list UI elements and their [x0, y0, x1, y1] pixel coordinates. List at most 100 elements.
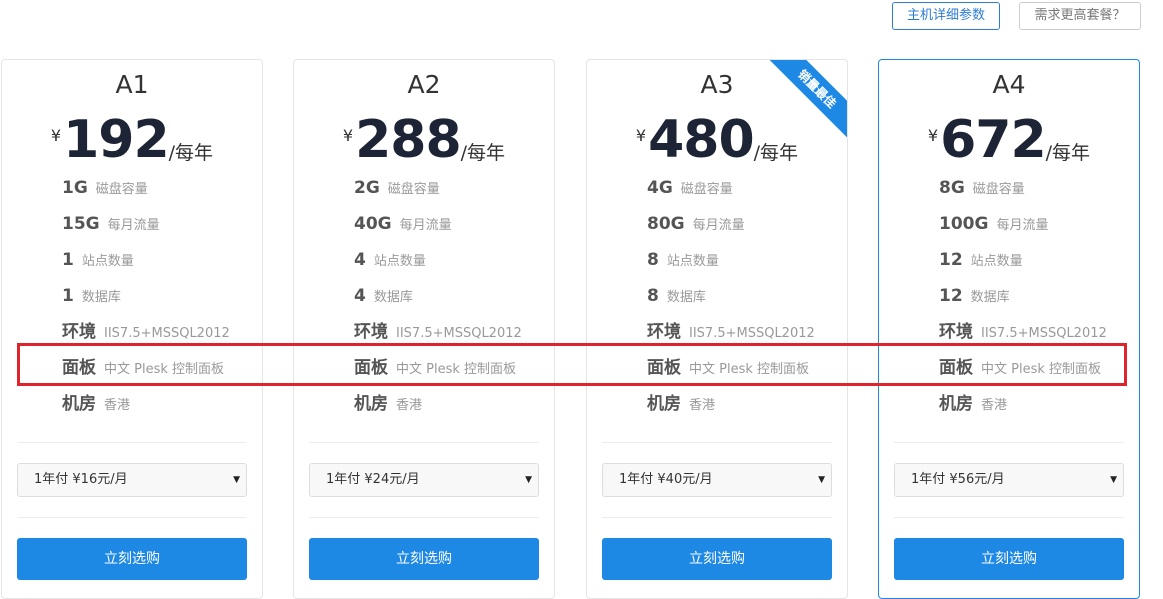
spec-label: IIS7.5+MSSQL2012 [981, 326, 1107, 341]
spec-value: 4G [647, 178, 673, 198]
spec-label: 香港 [104, 398, 131, 413]
buy-now-button[interactable]: 立刻选购 [602, 538, 832, 580]
billing-select[interactable]: 1年付 ¥40元/月 ▼ [602, 463, 832, 497]
currency-symbol: ¥ [635, 126, 647, 145]
buy-now-button[interactable]: 立刻选购 [309, 538, 539, 580]
divider [309, 442, 539, 443]
spec-environment: 环境 IIS7.5+MSSQL2012 [354, 320, 522, 344]
spec-environment: 环境 IIS7.5+MSSQL2012 [939, 320, 1107, 344]
plan-name: A4 [992, 70, 1026, 99]
price-period: /每年 [460, 142, 506, 164]
currency-symbol: ¥ [50, 126, 62, 145]
plan-name: A2 [407, 70, 441, 99]
spec-datacenter: 机房 香港 [62, 392, 130, 416]
spec-value: 4 [354, 286, 366, 306]
spec-panel: 面板 中文 Plesk 控制面板 [354, 356, 516, 380]
host-details-button[interactable]: 主机详细参数 [892, 2, 1000, 30]
spec-value: 8G [939, 178, 965, 198]
spec-label: 数据库 [81, 290, 121, 305]
spec-value: 1 [62, 250, 74, 270]
divider [602, 517, 832, 518]
spec-panel: 面板 中文 Plesk 控制面板 [62, 356, 224, 380]
spec-value: 4 [354, 250, 366, 270]
spec-value: 面板 [354, 358, 388, 378]
spec-datacenter: 机房 香港 [647, 392, 715, 416]
higher-plan-button[interactable]: 需求更高套餐？ [1019, 2, 1141, 30]
spec-value: 面板 [939, 358, 973, 378]
spec-sites: 8 站点数量 [647, 248, 719, 272]
plan-card-a4: A4 ¥672/每年 8G 磁盘容量 100G 每月流量 12 站点数量 12 数据库 … [878, 59, 1140, 599]
plan-price: ¥480/每年 [587, 106, 847, 170]
spec-environment: 环境 IIS7.5+MSSQL2012 [647, 320, 815, 344]
spec-value: 面板 [647, 358, 681, 378]
spec-label: 香港 [689, 398, 716, 413]
spec-sites: 1 站点数量 [62, 248, 134, 272]
spec-label: 每月流量 [107, 218, 160, 233]
plan-card-a2: A2 ¥288/每年 2G 磁盘容量 40G 每月流量 4 站点数量 4 数据库 环境 I… [293, 59, 555, 599]
spec-value: 12 [939, 286, 963, 306]
spec-label: 中文 Plesk 控制面板 [396, 362, 517, 377]
buy-now-button[interactable]: 立刻选购 [17, 538, 247, 580]
plan-card-a3: 销量最佳 A3 ¥480/每年 4G 磁盘容量 80G 每月流量 8 站点数量 8 数据… [586, 59, 848, 599]
spec-panel: 面板 中文 Plesk 控制面板 [647, 356, 809, 380]
spec-value: 100G [939, 214, 989, 234]
spec-label: 每月流量 [996, 218, 1049, 233]
price-amount: 192 [63, 110, 170, 170]
spec-disk: 2G 磁盘容量 [354, 176, 440, 200]
spec-label: 磁盘容量 [680, 182, 733, 197]
spec-value: 机房 [354, 394, 388, 414]
divider [894, 517, 1124, 518]
spec-label: IIS7.5+MSSQL2012 [396, 326, 522, 341]
caret-down-icon: ▼ [525, 475, 532, 485]
spec-value: 1G [62, 178, 88, 198]
spec-sites: 4 站点数量 [354, 248, 426, 272]
spec-panel: 面板 中文 Plesk 控制面板 [939, 356, 1101, 380]
plan-name: A3 [700, 70, 734, 99]
spec-value: 机房 [647, 394, 681, 414]
spec-database: 4 数据库 [354, 284, 413, 308]
spec-value: 12 [939, 250, 963, 270]
spec-label: 磁盘容量 [95, 182, 148, 197]
caret-down-icon: ▼ [1110, 475, 1117, 485]
spec-traffic: 15G 每月流量 [62, 212, 160, 236]
spec-label: 中文 Plesk 控制面板 [689, 362, 810, 377]
spec-label: 每月流量 [399, 218, 452, 233]
spec-value: 80G [647, 214, 685, 234]
spec-label: 站点数量 [970, 254, 1023, 269]
spec-label: 数据库 [373, 290, 413, 305]
divider [602, 442, 832, 443]
spec-datacenter: 机房 香港 [939, 392, 1007, 416]
billing-select[interactable]: 1年付 ¥24元/月 ▼ [309, 463, 539, 497]
divider [17, 442, 247, 443]
plan-price: ¥192/每年 [2, 106, 262, 170]
billing-select[interactable]: 1年付 ¥16元/月 ▼ [17, 463, 247, 497]
spec-value: 1 [62, 286, 74, 306]
plan-price: ¥288/每年 [294, 106, 554, 170]
spec-sites: 12 站点数量 [939, 248, 1023, 272]
spec-value: 环境 [647, 322, 681, 342]
divider [309, 517, 539, 518]
plan-price: ¥672/每年 [879, 106, 1139, 170]
price-amount: 288 [355, 110, 462, 170]
buy-now-button[interactable]: 立刻选购 [894, 538, 1124, 580]
spec-value: 8 [647, 286, 659, 306]
caret-down-icon: ▼ [818, 475, 825, 485]
spec-label: 中文 Plesk 控制面板 [104, 362, 225, 377]
spec-database: 8 数据库 [647, 284, 706, 308]
spec-label: 中文 Plesk 控制面板 [981, 362, 1102, 377]
spec-value: 面板 [62, 358, 96, 378]
spec-label: 香港 [396, 398, 423, 413]
spec-label: IIS7.5+MSSQL2012 [104, 326, 230, 341]
spec-label: 站点数量 [81, 254, 134, 269]
spec-value: 机房 [939, 394, 973, 414]
plan-card-a1: A1 ¥192/每年 1G 磁盘容量 15G 每月流量 1 站点数量 1 数据库 环境 I… [1, 59, 263, 599]
spec-label: 磁盘容量 [387, 182, 440, 197]
divider [17, 517, 247, 518]
price-period: /每年 [168, 142, 214, 164]
spec-label: 站点数量 [666, 254, 719, 269]
price-period: /每年 [1045, 142, 1091, 164]
spec-value: 2G [354, 178, 380, 198]
billing-select[interactable]: 1年付 ¥56元/月 ▼ [894, 463, 1124, 497]
spec-label: 香港 [981, 398, 1008, 413]
spec-label: 磁盘容量 [972, 182, 1025, 197]
